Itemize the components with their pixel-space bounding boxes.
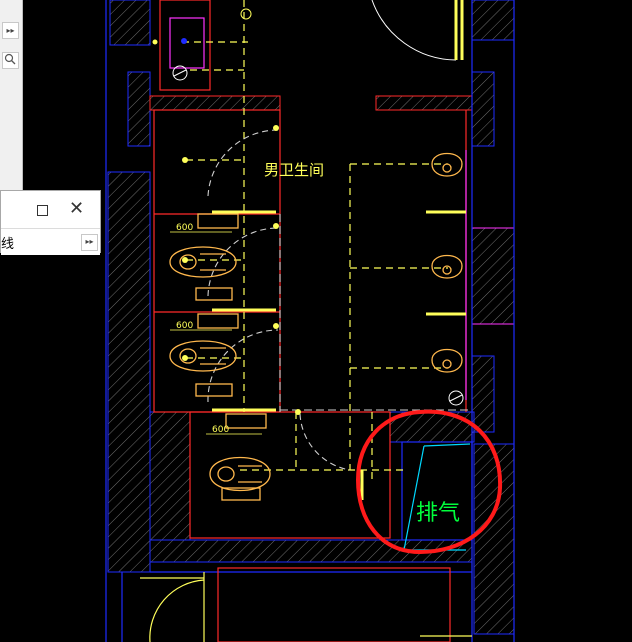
floating-layer-window: ✕ 线 ▸▸ — [0, 190, 101, 255]
expand-icon[interactable]: ▸▸ — [81, 234, 98, 251]
dimension-label: 600 — [176, 321, 193, 331]
cad-drawing-canvas[interactable]: 600 600 600 男卫生间 排气 — [0, 0, 632, 642]
maximize-icon[interactable] — [37, 205, 48, 216]
magenta-elements — [169, 17, 467, 400]
dimension-label: 600 — [176, 223, 193, 233]
search-button[interactable] — [2, 52, 19, 69]
dashed-pipe-lines — [182, 0, 448, 480]
close-icon[interactable]: ✕ — [69, 199, 84, 219]
top-door — [371, 0, 457, 61]
dimension-label: 600 — [212, 425, 229, 435]
exhaust-shaft — [403, 443, 471, 551]
left-side-panel: ▸▸ — [0, 0, 23, 190]
urinals — [431, 152, 463, 373]
pipe-marker-top — [240, 8, 252, 20]
bottom-door — [140, 572, 472, 642]
room-label: 男卫生间 — [264, 161, 324, 179]
search-icon — [4, 53, 16, 65]
floor-drains — [172, 65, 464, 406]
layer-row[interactable]: 线 ▸▸ — [1, 228, 100, 255]
hatched-walls — [107, 0, 515, 635]
expand-icon: ▸▸ — [6, 26, 15, 35]
layer-row-label: 线 — [1, 237, 15, 252]
window-titlebar[interactable]: ✕ — [1, 191, 100, 228]
expand-button[interactable]: ▸▸ — [2, 22, 19, 39]
exhaust-label: 排气 — [416, 501, 460, 526]
